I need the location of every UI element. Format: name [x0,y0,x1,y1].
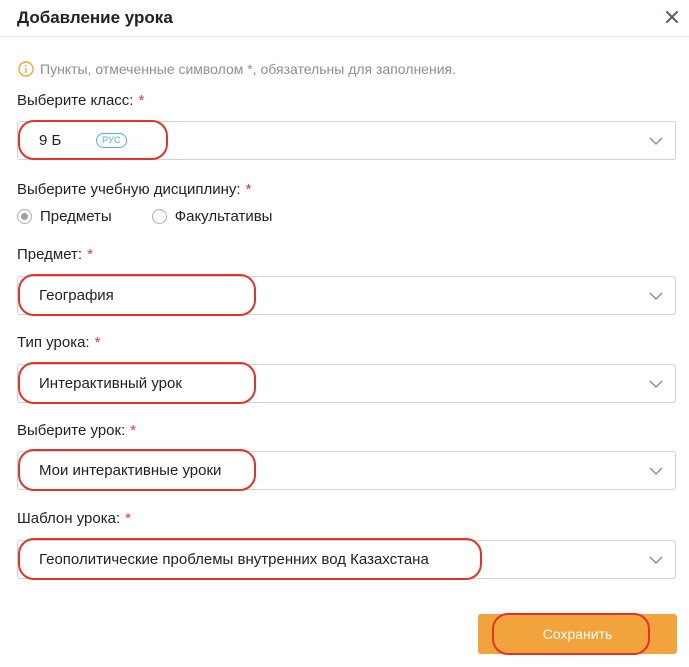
required-mark: * [94,334,101,351]
chevron-down-icon [649,380,663,389]
required-notice: Пункты, отмеченные символом *, обязатель… [18,61,456,77]
lesson-value: Мои интерактивные уроки [39,462,222,479]
chevron-down-icon [649,467,663,476]
radio-button[interactable] [151,209,167,224]
discipline-label-text: Выберите учебную дисциплину: [17,181,241,198]
dialog-header: Добавление урока [0,0,689,37]
required-mark: * [130,422,137,439]
required-mark: * [245,181,252,198]
lesson-type-label-text: Тип урока: [17,334,90,351]
class-label: Выберите класс: * [17,92,144,109]
radio-electives[interactable]: Факультативы [151,208,273,225]
template-select[interactable]: Геополитические проблемы внутренних вод … [17,540,676,579]
template-label-text: Шаблон урока: [17,510,121,527]
chevron-down-icon [649,137,663,146]
radio-subjects[interactable]: Предметы [17,208,112,225]
discipline-label: Выберите учебную дисциплину: * [17,181,251,198]
close-icon [666,11,678,23]
radio-electives-label: Факультативы [174,208,273,225]
lesson-type-select[interactable]: Интерактивный урок [17,364,676,403]
subject-select[interactable]: География [17,276,676,315]
template-value: Геополитические проблемы внутренних вод … [39,551,429,568]
save-button-label: Сохранить [542,626,613,642]
class-select[interactable]: 9 Б РУС [17,121,676,160]
lesson-type-value: Интерактивный урок [39,375,182,392]
lesson-select[interactable]: Мои интерактивные уроки [17,451,676,490]
subject-value: География [39,287,114,304]
save-button[interactable]: Сохранить [478,614,677,654]
required-mark: * [87,246,93,263]
close-button[interactable] [661,6,683,28]
required-mark: * [125,510,131,527]
discipline-radio-group: Предметы Факультативы [17,208,312,225]
radio-button-checked[interactable] [17,209,32,224]
required-mark: * [138,92,145,109]
subject-label: Предмет: * [17,246,93,263]
lesson-type-label: Тип урока: * [17,334,100,351]
lesson-label-text: Выберите урок: [17,422,126,439]
chevron-down-icon [649,292,663,301]
radio-subjects-label: Предметы [40,208,112,225]
notice-text: Пункты, отмеченные символом *, обязатель… [40,61,456,77]
subject-label-text: Предмет: [17,246,83,263]
language-badge: РУС [96,133,127,148]
class-value: 9 Б [39,132,62,149]
class-label-text: Выберите класс: [17,92,134,109]
dialog-title: Добавление урока [17,8,173,27]
template-label: Шаблон урока: * [17,510,131,527]
lesson-label: Выберите урок: * [17,422,136,439]
info-icon [18,61,34,77]
add-lesson-dialog: Добавление урока Пункты, отмеченные симв… [0,0,689,667]
chevron-down-icon [649,556,663,565]
